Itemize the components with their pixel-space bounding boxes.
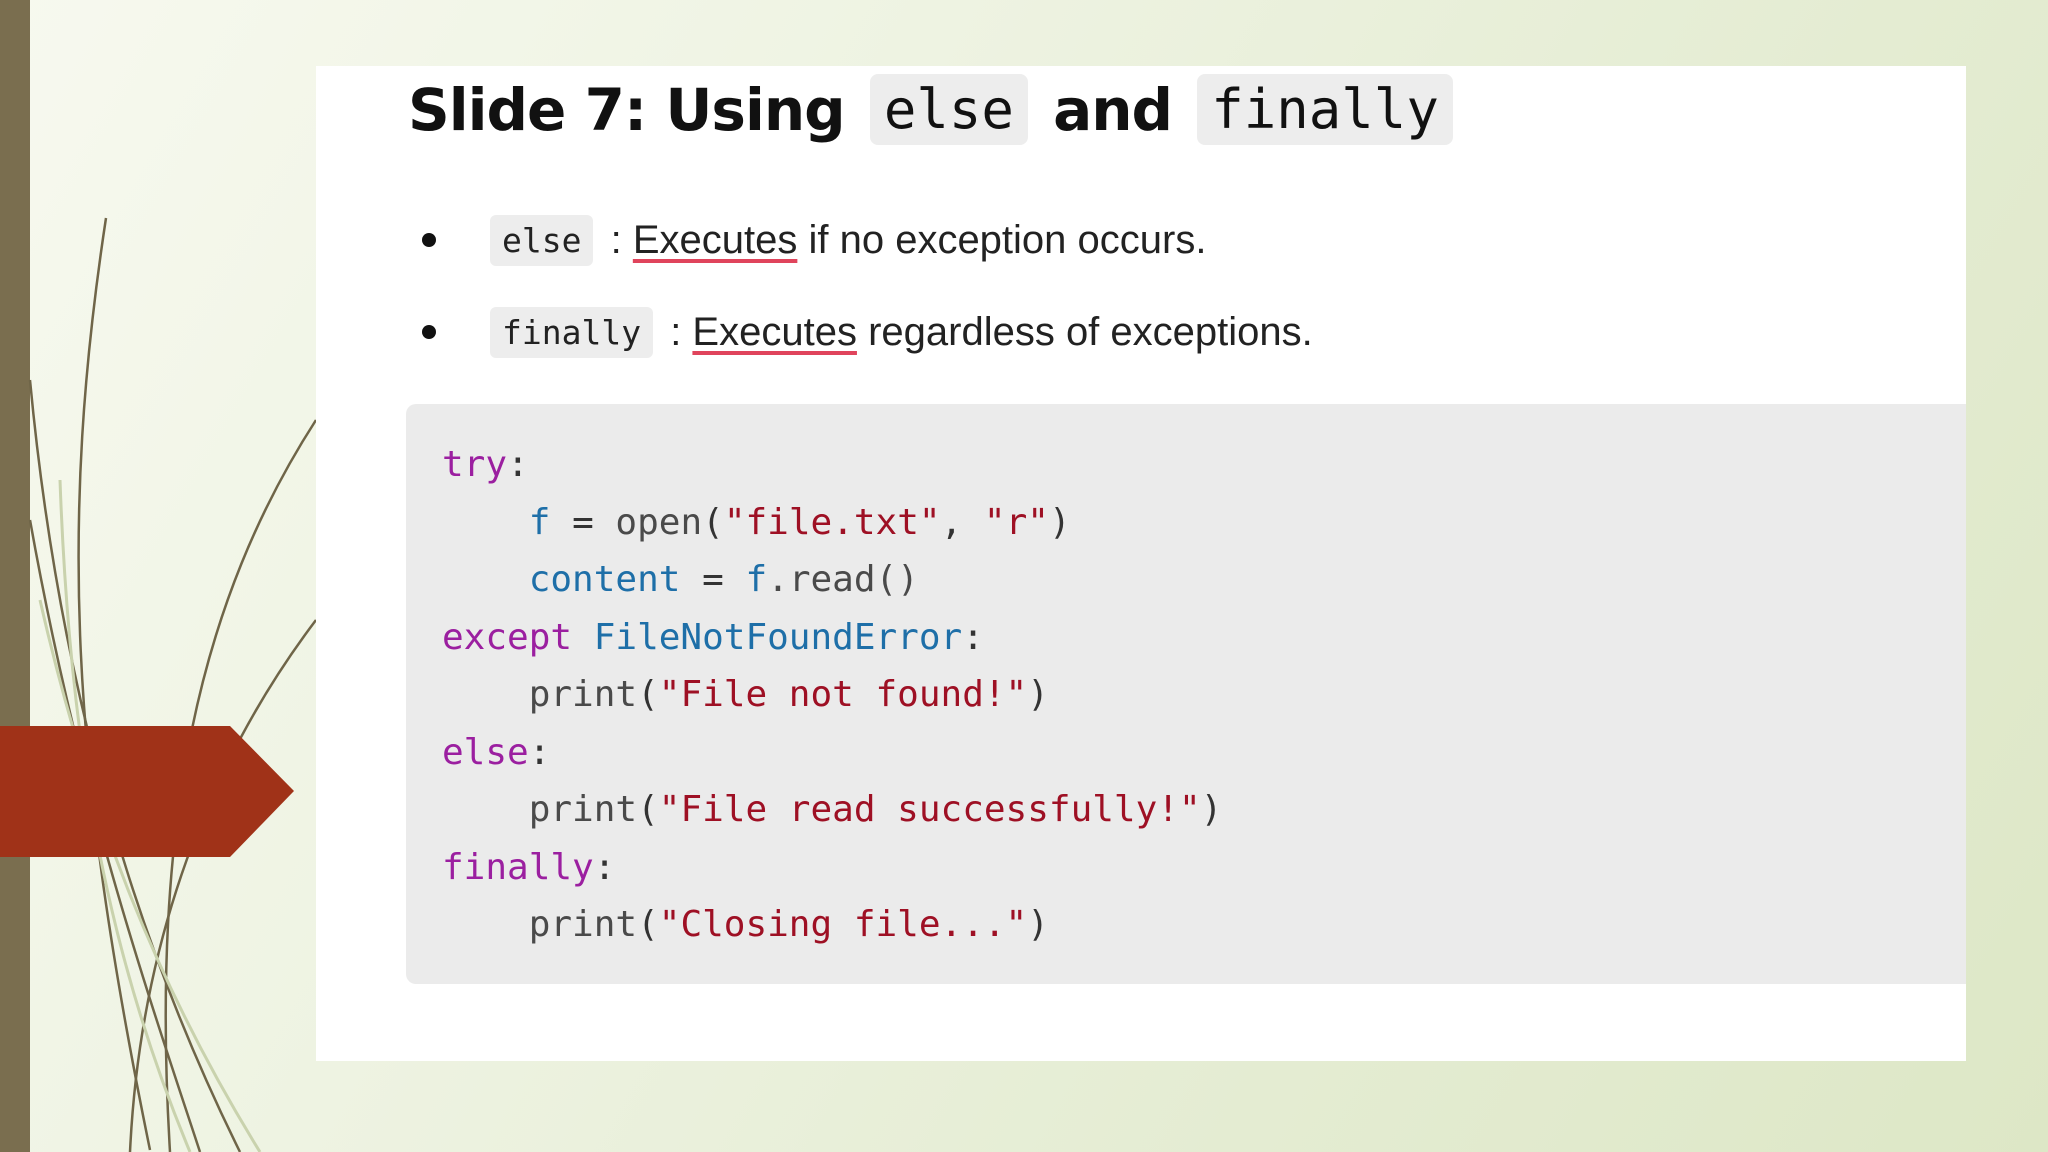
bullet-code-else: else [490,214,594,266]
slide-content-panel: Slide 7: Using else and finally else : E… [316,66,1966,1061]
code-punct: ) [1027,674,1049,715]
title-code-finally: finally [1197,74,1453,145]
code-keyword: finally [442,846,594,888]
code-block: try: f = open("file.txt", "r") content =… [406,404,1966,984]
code-punct: : [507,444,529,485]
code-string: "r" [983,501,1049,543]
code-punct: : [962,616,984,658]
bullet-word: Executes [692,309,857,354]
code-var: content [528,559,681,600]
code-string: "file.txt" [723,501,941,543]
bullet-list: else : Executes if no exception occurs. … [408,194,1313,378]
code-op: = [680,559,746,600]
code-method: .read() [767,559,919,600]
slide-title: Slide 7: Using else and finally [408,74,1459,145]
title-prefix: Slide 7: Using [408,76,846,144]
bullet-code-finally: finally [490,306,654,358]
code-punct: : [593,846,616,888]
bullet-item-finally: finally : Executes regardless of excepti… [408,286,1313,378]
bullet-item-else: else : Executes if no exception occurs. [408,194,1313,286]
code-punct: ( [637,904,659,945]
code-punct: ) [1027,904,1049,945]
code-punct: ) [1048,501,1071,543]
code-punct: ( [637,789,659,830]
bullet-icon [422,233,436,247]
code-punct: ( [637,674,659,715]
code-var: f [745,559,768,600]
code-var: f [528,501,551,543]
code-func: print [528,789,638,830]
code-func: open [615,501,703,543]
decorative-swooshes [28,217,318,1152]
code-punct: ( [702,501,724,543]
code-string: "File not found!" [658,674,1028,715]
code-punct: , [940,501,984,543]
code-exception: FileNotFoundError [593,616,963,658]
code-string: "Closing file..." [658,904,1028,945]
code-op: = [550,501,616,543]
bullet-sep: : [659,309,693,354]
code-func: print [528,674,638,715]
code-punct: : [528,731,551,773]
code-punct: ) [1200,789,1223,830]
code-keyword: except [442,616,573,658]
bullet-sep: : [599,217,633,262]
code-func: print [528,904,638,945]
bullet-rest: if no exception occurs. [797,217,1207,262]
code-text: try: f = open("file.txt", "r") content =… [442,436,1222,954]
code-keyword: else [442,731,529,773]
code-string: "File read successfully!" [658,789,1201,830]
bullet-icon [422,325,436,339]
bullet-word: Executes [632,217,798,262]
title-and: and [1053,76,1173,144]
arrow-tab-shape [0,726,294,857]
title-code-else: else [869,74,1028,145]
code-keyword: try [442,444,508,485]
bullet-rest: regardless of exceptions. [856,309,1313,354]
